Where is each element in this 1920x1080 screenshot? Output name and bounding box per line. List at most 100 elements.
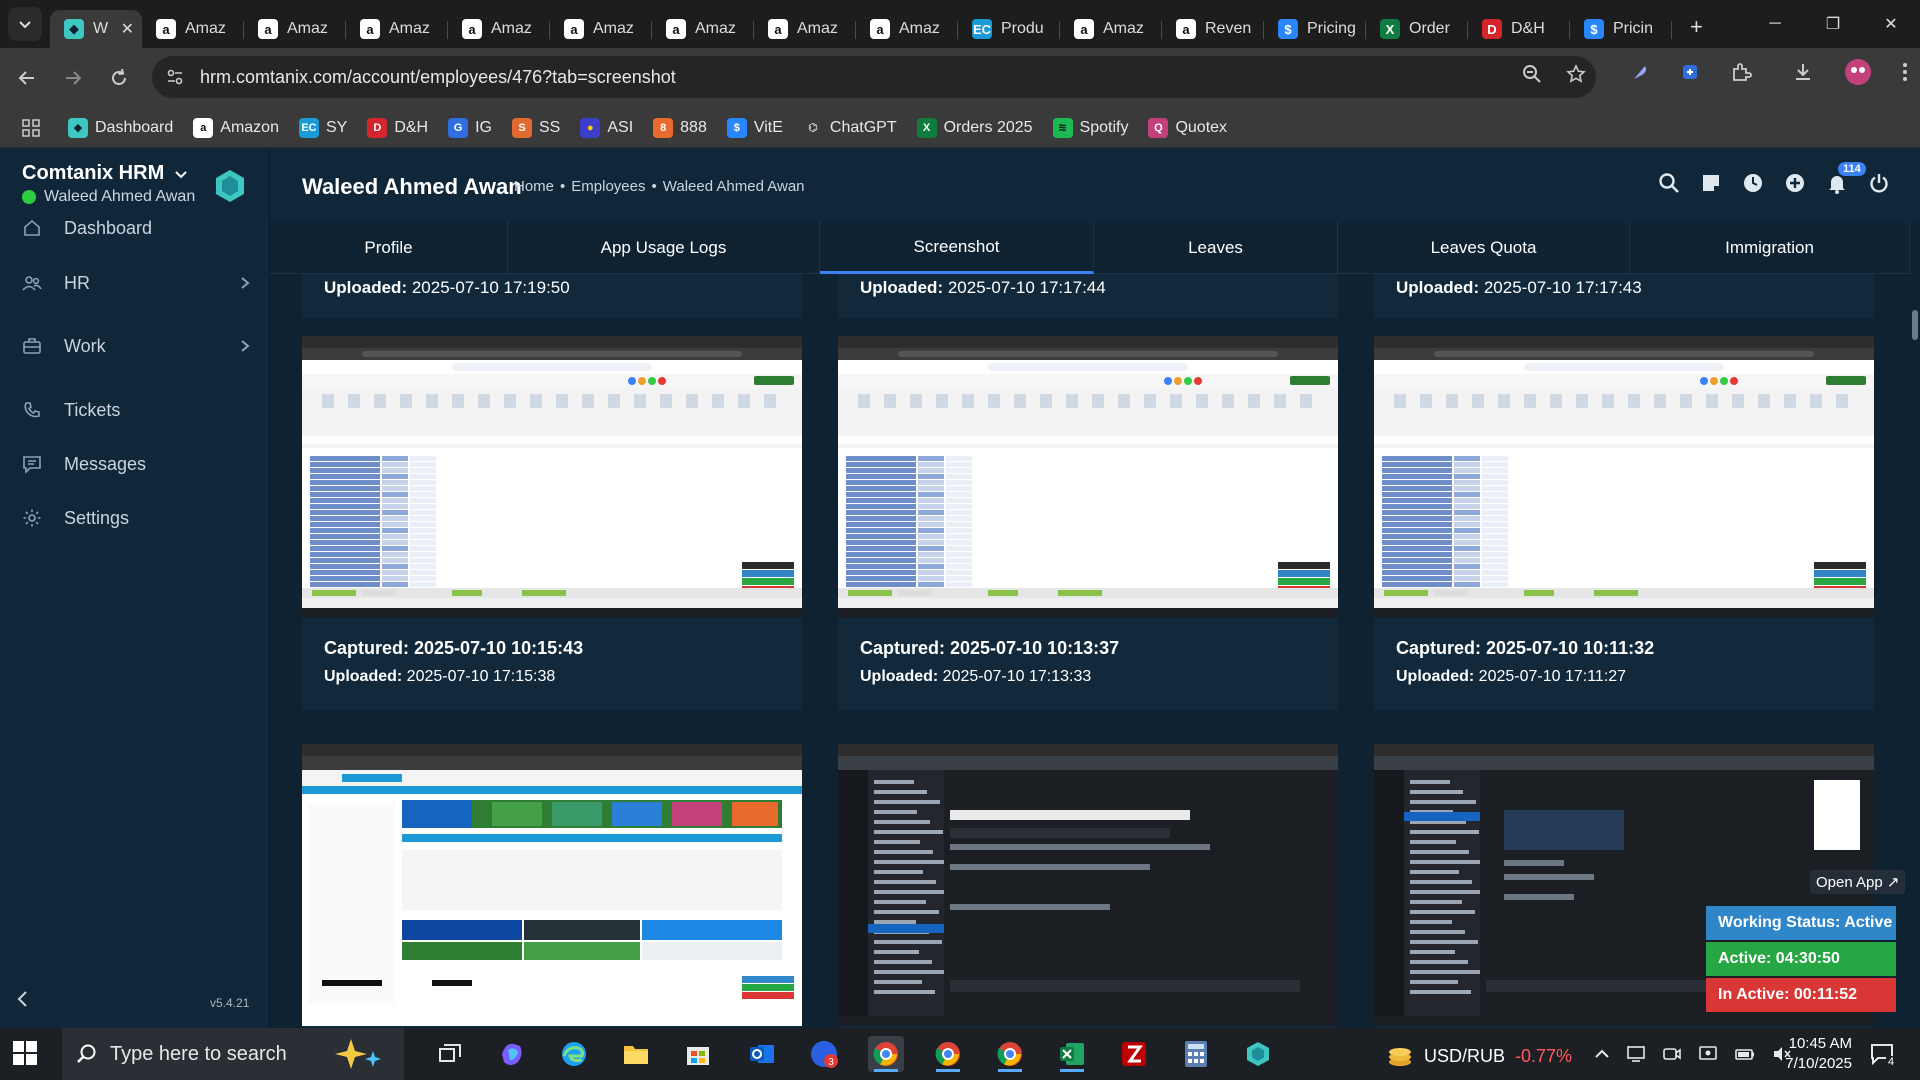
browser-tab[interactable]: a Amaz bbox=[1060, 10, 1162, 48]
bookmark-star-icon[interactable] bbox=[1566, 64, 1586, 84]
back-button[interactable] bbox=[8, 59, 46, 97]
excel-icon[interactable] bbox=[1054, 1036, 1090, 1072]
screenshot-card[interactable]: Captured: 2025-07-10 10:13:37 Uploaded: 2… bbox=[838, 336, 1338, 710]
bookmark-item[interactable]: S SS bbox=[512, 117, 560, 138]
bookmark-item[interactable]: X Orders 2025 bbox=[916, 117, 1033, 138]
display-icon[interactable] bbox=[1698, 1044, 1718, 1064]
page-scrollbar[interactable] bbox=[1910, 222, 1920, 1028]
apps-grid-icon[interactable] bbox=[22, 118, 40, 137]
screenshot-thumbnail[interactable] bbox=[838, 744, 1338, 1026]
bookmark-item[interactable]: ◆ Dashboard bbox=[68, 117, 173, 138]
extension-puzzle-blue-icon[interactable] bbox=[1680, 62, 1700, 82]
outlook-icon[interactable] bbox=[744, 1036, 780, 1072]
bookmark-item[interactable]: ● ASI bbox=[580, 117, 633, 138]
open-app-link[interactable]: Open App ↗ bbox=[1810, 870, 1906, 894]
tab-search-button[interactable] bbox=[8, 7, 42, 41]
address-bar[interactable]: hrm.comtanix.com/account/employees/476?t… bbox=[152, 56, 1596, 98]
chrome-profile-3-icon[interactable] bbox=[992, 1036, 1028, 1072]
chrome-profile-2-icon[interactable] bbox=[930, 1036, 966, 1072]
search-icon[interactable] bbox=[1658, 172, 1680, 194]
tab-leaves-quota[interactable]: Leaves Quota bbox=[1338, 222, 1630, 274]
sidebar-item-dashboard[interactable]: Dashboard bbox=[0, 208, 270, 248]
screenshot-thumbnail[interactable] bbox=[838, 336, 1338, 618]
sidebar-item-settings[interactable]: Settings bbox=[0, 498, 270, 538]
browser-tab[interactable]: a Amaz bbox=[652, 10, 754, 48]
bookmark-item[interactable]: D D&H bbox=[367, 117, 428, 138]
screenshot-card[interactable]: Captured: 2025-07-10 10:11:32 Uploaded: 2… bbox=[1374, 336, 1874, 710]
browser-tab-active[interactable]: ◆ W ✕ bbox=[50, 10, 142, 48]
start-button[interactable] bbox=[12, 1040, 38, 1066]
bookmark-item[interactable]: G IG bbox=[448, 117, 492, 138]
profile-avatar[interactable] bbox=[1844, 58, 1872, 86]
download-icon[interactable] bbox=[1792, 61, 1814, 83]
site-info-icon[interactable] bbox=[166, 68, 184, 86]
chrome-icon[interactable] bbox=[868, 1036, 904, 1072]
taskbar-search[interactable]: Type here to search bbox=[62, 1028, 404, 1080]
comtanix-tracker-icon[interactable] bbox=[1240, 1036, 1276, 1072]
breadcrumb-home[interactable]: Home bbox=[514, 178, 554, 195]
screenshot-card[interactable] bbox=[838, 744, 1338, 1028]
screenshot-card[interactable]: Uploaded: 2025-07-10 17:19:50 bbox=[302, 274, 802, 318]
tab-profile[interactable]: Profile bbox=[270, 222, 508, 274]
chevron-up-icon[interactable] bbox=[1594, 1044, 1610, 1064]
browser-tab[interactable]: a Amaz bbox=[244, 10, 346, 48]
screenshot-card[interactable]: Captured: 2025-07-10 10:15:43 Uploaded: 2… bbox=[302, 336, 802, 710]
zoom-icon[interactable] bbox=[1522, 64, 1542, 84]
screenshot-thumbnail[interactable] bbox=[302, 336, 802, 618]
screenshot-card[interactable]: Uploaded: 2025-07-10 17:17:43 bbox=[1374, 274, 1874, 318]
extensions-puzzle-icon[interactable] bbox=[1730, 61, 1752, 83]
minimize-button[interactable]: ─ bbox=[1746, 0, 1804, 48]
screenshot-thumbnail[interactable] bbox=[1374, 336, 1874, 618]
restore-button[interactable]: ❐ bbox=[1804, 0, 1862, 48]
scrollbar-thumb[interactable] bbox=[1912, 310, 1918, 340]
power-icon[interactable] bbox=[1868, 172, 1890, 194]
network-icon[interactable] bbox=[1626, 1044, 1646, 1064]
browser-tab[interactable]: X Order bbox=[1366, 10, 1468, 48]
screenshot-card[interactable]: Uploaded: 2025-07-10 17:17:44 bbox=[838, 274, 1338, 318]
file-explorer-icon[interactable] bbox=[618, 1036, 654, 1072]
browser-tab[interactable]: a Amaz bbox=[142, 10, 244, 48]
edge-browser-icon[interactable] bbox=[556, 1036, 592, 1072]
close-tab-icon[interactable]: ✕ bbox=[121, 19, 134, 39]
filezilla-icon[interactable] bbox=[1116, 1036, 1152, 1072]
tab-screenshot[interactable]: Screenshot bbox=[820, 222, 1094, 274]
sidebar-item-hr[interactable]: HR bbox=[0, 263, 270, 303]
bookmark-item[interactable]: ≋ Spotify bbox=[1052, 117, 1128, 138]
collapse-sidebar-button[interactable] bbox=[16, 990, 30, 1008]
browser-tab[interactable]: a Amaz bbox=[448, 10, 550, 48]
tab-app-usage-logs[interactable]: App Usage Logs bbox=[508, 222, 820, 274]
action-center-button[interactable]: 4 bbox=[1870, 1042, 1897, 1068]
browser-tab[interactable]: a Amaz bbox=[754, 10, 856, 48]
breadcrumb-employees[interactable]: Employees bbox=[571, 178, 645, 195]
screenshot-thumbnail[interactable] bbox=[302, 744, 802, 1026]
sidebar-item-tickets[interactable]: Tickets bbox=[0, 390, 270, 430]
new-tab-button[interactable]: + bbox=[1690, 14, 1703, 40]
bookmark-item[interactable]: EC SY bbox=[298, 117, 347, 138]
browser-tab[interactable]: a Amaz bbox=[550, 10, 652, 48]
forward-button[interactable] bbox=[54, 59, 92, 97]
url-text[interactable]: hrm.comtanix.com/account/employees/476?t… bbox=[200, 67, 676, 88]
browser-tab[interactable]: a Reven bbox=[1162, 10, 1264, 48]
add-circle-icon[interactable] bbox=[1784, 172, 1806, 194]
browser-tab[interactable]: EC Produ bbox=[958, 10, 1060, 48]
bookmark-item[interactable]: Q Quotex bbox=[1148, 117, 1227, 138]
bookmark-item[interactable]: ⌬ ChatGPT bbox=[802, 117, 897, 138]
extension-feather-icon[interactable] bbox=[1630, 62, 1650, 82]
copilot-icon[interactable] bbox=[494, 1036, 530, 1072]
browser-tab[interactable]: a Amaz bbox=[856, 10, 958, 48]
camera-icon[interactable] bbox=[1662, 1044, 1682, 1064]
comtanix-logo-icon[interactable] bbox=[212, 168, 248, 204]
notifications-bell[interactable]: 114 bbox=[1826, 162, 1866, 194]
browser-tab[interactable]: $ Pricing bbox=[1264, 10, 1366, 48]
calendar-app-icon[interactable]: 3 bbox=[806, 1036, 842, 1072]
close-window-button[interactable]: ✕ bbox=[1862, 0, 1920, 48]
bookmark-item[interactable]: 8 888 bbox=[653, 117, 707, 138]
sticky-notes-icon[interactable] bbox=[1700, 172, 1722, 194]
sidebar-item-messages[interactable]: Messages bbox=[0, 444, 270, 484]
tab-leaves[interactable]: Leaves bbox=[1094, 222, 1338, 274]
calculator-icon[interactable] bbox=[1178, 1036, 1214, 1072]
browser-tab[interactable]: $ Pricin bbox=[1570, 10, 1672, 48]
battery-icon[interactable] bbox=[1734, 1044, 1756, 1064]
bookmark-item[interactable]: a Amazon bbox=[193, 117, 279, 138]
browser-tab[interactable]: a Amaz bbox=[346, 10, 448, 48]
